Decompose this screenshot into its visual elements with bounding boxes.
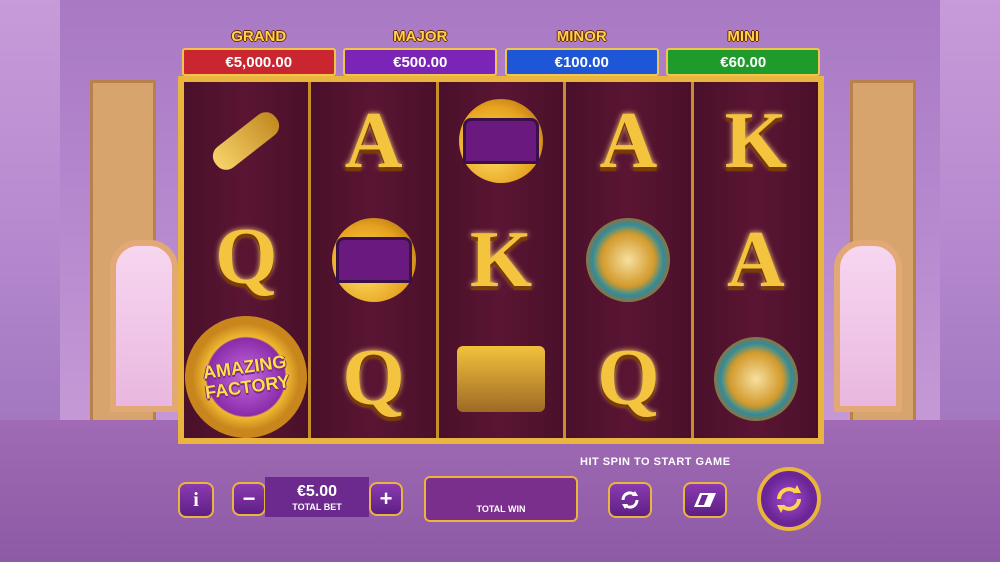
pocket-watch-icon [586,218,671,302]
coins-icon [459,99,544,184]
autoplay-button[interactable] [608,482,652,518]
reel-4: A Q [566,82,694,438]
letter-q: Q [342,334,405,423]
jackpot-value: €100.00 [504,48,659,76]
symbol-a: A [694,201,818,320]
jackpot-value: €5,000.00 [181,48,336,76]
symbol-q: Q [566,319,690,438]
total-win-display: TOTAL WIN [424,476,578,522]
symbol-q: Q [184,199,308,316]
symbol-hat-coins [439,82,563,201]
top-hat-icon [335,237,412,283]
jackpot-major: MAJOR €500.00 [340,28,502,76]
win-label: TOTAL WIN [476,504,526,514]
key-icon [208,106,285,175]
reel-3: K [438,82,567,438]
jackpot-grand: GRAND €5,000.00 [178,28,340,76]
letter-q: Q [215,213,278,301]
letter-a: A [726,215,785,304]
symbol-watch [694,319,818,438]
turbo-icon [694,493,716,507]
increase-bet-button[interactable]: + [369,482,403,516]
letter-a: A [599,96,658,185]
jackpot-mini: MINI €60.00 [663,28,825,76]
bet-label: TOTAL BET [292,501,342,512]
letter-k: K [724,96,787,185]
reel-1: Q AMAZING FACTORY [177,82,316,446]
letter-q: Q [597,334,660,423]
mine-cart-icon [457,345,546,412]
reel-5: K A [693,82,819,438]
decrease-bet-button[interactable]: − [232,482,266,516]
symbol-key [184,82,308,199]
symbol-k: K [439,201,563,320]
symbol-a: A [566,82,690,201]
jackpot-name: MINI [727,28,760,45]
jackpot-minor: MINOR €100.00 [501,28,663,76]
jackpot-name: MAJOR [393,28,448,45]
symbol-logo: AMAZING FACTORY [177,308,316,446]
top-hat-icon [463,118,540,165]
letter-a: A [344,96,403,185]
symbol-hat-coins [311,201,435,320]
symbol-q: Q [311,319,435,438]
symbol-a: A [311,82,435,201]
symbol-k: K [694,82,818,201]
info-button[interactable]: i [178,482,214,518]
spin-icon [777,485,801,513]
minus-icon: − [242,486,256,511]
symbol-cart [439,319,563,438]
symbol-watch [566,201,690,320]
pocket-watch-icon [713,336,798,421]
bet-value: €5.00 [296,482,338,500]
jackpot-name: GRAND [231,28,287,45]
start-hint: HIT SPIN TO START GAME [580,456,731,468]
total-bet-display: €5.00 TOTAL BET [265,477,369,517]
info-icon: i [193,488,199,511]
jackpot-bar: GRAND €5,000.00 MAJOR €500.00 MINOR €100… [178,28,824,76]
spin-button[interactable] [757,467,821,531]
letter-k: K [469,215,533,304]
jackpot-value: €500.00 [343,48,498,76]
turbo-button[interactable] [683,482,727,518]
plus-icon: + [379,486,393,511]
amazing-factory-logo: AMAZING FACTORY [177,308,316,446]
background-window [834,240,902,412]
reel-2: A Q [311,82,439,438]
reel-grid: Q AMAZING FACTORY A Q K A Q K A [177,76,824,446]
coins-icon [331,218,416,302]
background-window [110,240,178,412]
jackpot-name: MINOR [556,28,607,45]
autoplay-icon [621,491,639,509]
jackpot-value: €60.00 [666,48,821,76]
